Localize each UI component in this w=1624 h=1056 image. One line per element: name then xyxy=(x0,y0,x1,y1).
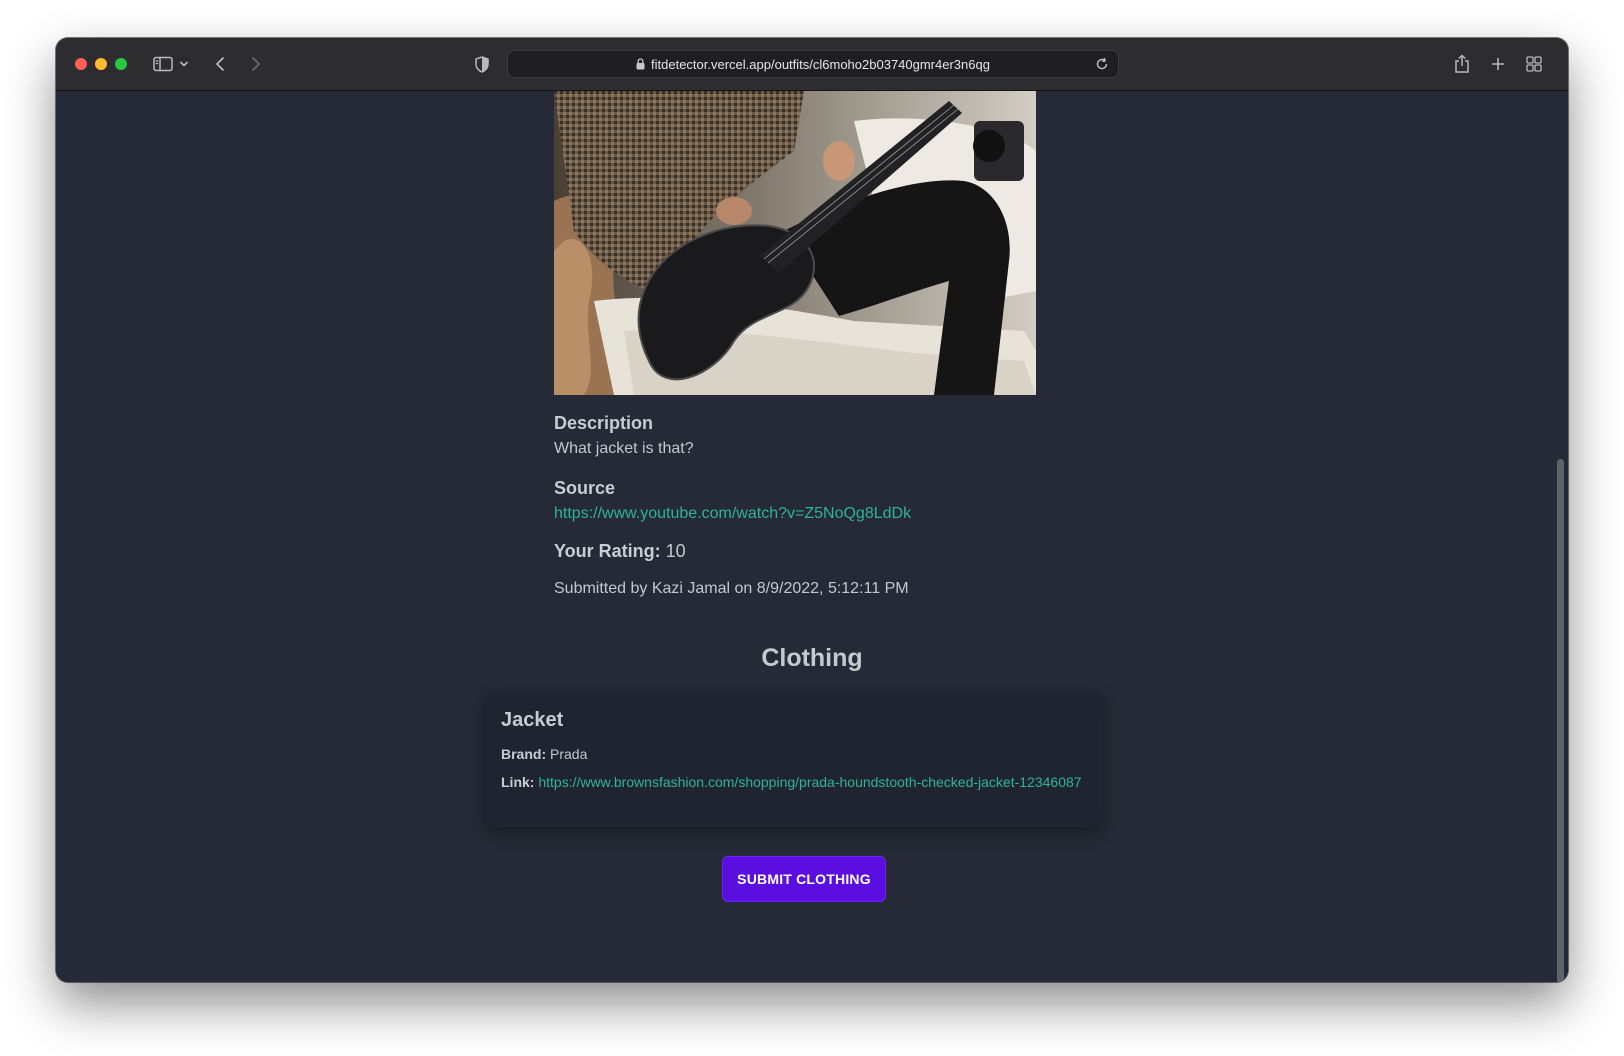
description-text: What jacket is that? xyxy=(554,440,694,457)
brand-value: Prada xyxy=(550,746,588,762)
outfit-image xyxy=(554,91,1036,395)
forward-icon[interactable] xyxy=(248,52,264,76)
browser-window: fitdetector.vercel.app/outfits/cl6moho2b… xyxy=(56,38,1568,982)
address-bar[interactable]: fitdetector.vercel.app/outfits/cl6moho2b… xyxy=(507,50,1119,78)
clothing-section-title: Clothing xyxy=(761,644,863,672)
lock-icon xyxy=(636,58,645,70)
shield-icon[interactable] xyxy=(472,52,492,76)
page-content: Description What jacket is that? Source … xyxy=(56,91,1568,982)
clothing-item-name: Jacket xyxy=(501,709,564,731)
source-heading: Source xyxy=(554,478,616,498)
submitted-info: Submitted by Kazi Jamal on 8/9/2022, 5:1… xyxy=(554,580,909,597)
sidebar-icon[interactable] xyxy=(152,52,174,76)
share-icon[interactable] xyxy=(1452,52,1472,76)
submit-clothing-button[interactable]: SUBMIT CLOTHING xyxy=(722,856,886,902)
brand-label: Brand: xyxy=(501,746,547,762)
close-window-button[interactable] xyxy=(75,58,87,70)
rating-label: Your Rating: xyxy=(554,541,661,561)
minimize-window-button[interactable] xyxy=(95,58,107,70)
new-tab-icon[interactable] xyxy=(1488,52,1508,76)
link-label: Link: xyxy=(501,774,535,790)
link-row: Link: https://www.brownsfashion.com/shop… xyxy=(501,772,1087,792)
brand-row: Brand: Prada xyxy=(501,746,1087,762)
rating-row: Your Rating: 10 xyxy=(554,541,1114,562)
description-heading: Description xyxy=(554,413,654,433)
tab-overview-icon[interactable] xyxy=(1524,52,1544,76)
outfit-details: Description What jacket is that? Source … xyxy=(554,413,1114,598)
scrollbar[interactable] xyxy=(1557,459,1564,982)
maximize-window-button[interactable] xyxy=(115,58,127,70)
rating-value: 10 xyxy=(665,541,686,561)
reload-icon[interactable] xyxy=(1095,57,1109,71)
clothing-link[interactable]: https://www.brownsfashion.com/shopping/p… xyxy=(538,774,1081,790)
back-icon[interactable] xyxy=(212,52,228,76)
browser-toolbar: fitdetector.vercel.app/outfits/cl6moho2b… xyxy=(56,38,1568,91)
chevron-down-icon[interactable] xyxy=(178,52,190,76)
source-link[interactable]: https://www.youtube.com/watch?v=Z5NoQg8L… xyxy=(554,505,1114,523)
clothing-card: Jacket Brand: Prada Link: https://www.br… xyxy=(486,691,1102,827)
url-text[interactable]: fitdetector.vercel.app/outfits/cl6moho2b… xyxy=(651,57,990,72)
